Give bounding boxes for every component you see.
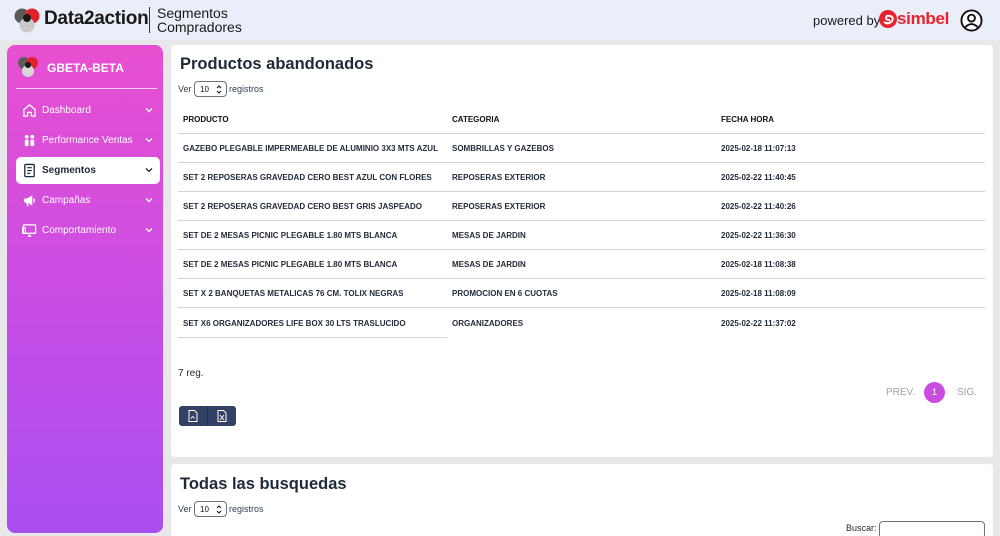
chevron-down-icon xyxy=(145,168,153,173)
page-size-value: 10 xyxy=(200,85,209,94)
export-pdf-button[interactable] xyxy=(179,406,208,426)
chevron-down-icon xyxy=(145,198,153,203)
account-logo xyxy=(18,57,38,77)
simbel-logo-text: simbel xyxy=(897,9,950,28)
data2action-logo xyxy=(14,8,40,33)
sidebar-item-label: Campañas xyxy=(42,195,91,206)
table-header-divider xyxy=(178,133,985,134)
excel-file-icon xyxy=(217,410,227,422)
column-header-categoria[interactable]: CATEGORIA xyxy=(452,115,499,124)
top-bar: Data2action Segmentos Compradores powere… xyxy=(0,0,1000,40)
cell-fecha-hora: 2025-02-22 11:37:02 xyxy=(721,319,796,328)
cell-fecha-hora: 2025-02-22 11:36:30 xyxy=(721,231,796,240)
cell-producto: GAZEBO PLEGABLE IMPERMEABLE DE ALUMINIO … xyxy=(183,144,438,153)
select-arrows-icon xyxy=(216,505,222,514)
sidebar-item-label: Comportamiento xyxy=(42,225,116,236)
abandoned-products-card: Productos abandonados Ver 10 registros P… xyxy=(171,45,993,457)
page-size-value: 10 xyxy=(200,505,209,514)
sidebar-divider xyxy=(16,88,157,89)
sidebar-item-comportamiento[interactable]: Comportamiento xyxy=(16,217,160,244)
pagination-prev-button[interactable]: PREV. xyxy=(886,387,915,398)
cell-producto: SET DE 2 MESAS PICNIC PLEGABLE 1.80 MTS … xyxy=(183,260,398,269)
export-excel-button[interactable] xyxy=(207,406,236,426)
monitor-icon xyxy=(22,224,37,237)
cell-categoria: PROMOCION EN 6 CUOTAS xyxy=(452,289,558,298)
sidebar-item-campanas[interactable]: Campañas xyxy=(16,187,160,214)
row-divider xyxy=(178,337,447,338)
chevron-down-icon xyxy=(145,228,153,233)
ver-label: Ver xyxy=(178,84,192,94)
cell-producto: SET DE 2 MESAS PICNIC PLEGABLE 1.80 MTS … xyxy=(183,231,398,240)
cell-categoria: ORGANIZADORES xyxy=(452,319,524,328)
page-size-select[interactable]: 10 xyxy=(194,81,227,97)
cell-producto: SET X6 ORGANIZADORES LIFE BOX 30 LTS TRA… xyxy=(183,319,406,328)
cell-fecha-hora: 2025-02-18 11:08:09 xyxy=(721,289,796,298)
pagination-page-button[interactable]: 1 xyxy=(924,382,945,403)
row-divider xyxy=(178,191,985,192)
pagination-next-button[interactable]: SIG. xyxy=(957,387,977,398)
chevron-down-icon xyxy=(145,108,153,113)
registros-label: registros xyxy=(229,504,264,514)
megaphone-icon xyxy=(23,195,35,207)
sidebar: GBETA-BETA Dashboard Performance Ventas … xyxy=(7,45,163,533)
ver-label: Ver xyxy=(178,504,192,514)
sidebar-item-dashboard[interactable]: Dashboard xyxy=(16,97,160,124)
sidebar-item-label: Segmentos xyxy=(42,165,96,176)
all-searches-card: Todas las busquedas Ver 10 registros Bus… xyxy=(171,464,993,536)
cell-fecha-hora: 2025-02-18 11:07:13 xyxy=(721,144,796,153)
row-divider xyxy=(178,307,985,308)
cell-producto: SET 2 REPOSERAS GRAVEDAD CERO BEST GRIS … xyxy=(183,202,423,211)
brand-name: Data2action xyxy=(44,8,149,29)
account-name: GBETA-BETA xyxy=(47,61,124,75)
home-icon xyxy=(23,104,36,117)
powered-by-label: powered by xyxy=(813,13,881,28)
page-size-select[interactable]: 10 xyxy=(194,501,227,517)
cell-categoria: SOMBRILLAS Y GAZEBOS xyxy=(452,144,554,153)
section-title: Productos abandonados xyxy=(180,55,374,73)
registros-label: registros xyxy=(229,84,264,94)
page-title: Segmentos Compradores xyxy=(157,5,242,35)
cell-categoria: REPOSERAS EXTERIOR xyxy=(452,202,546,211)
cell-producto: SET X 2 BANQUETAS METALICAS 76 CM. TOLIX… xyxy=(183,289,404,298)
row-divider xyxy=(178,220,985,221)
user-avatar-icon[interactable] xyxy=(960,9,983,32)
chevron-down-icon xyxy=(145,138,153,143)
cell-fecha-hora: 2025-02-22 11:40:26 xyxy=(721,202,796,211)
cell-fecha-hora: 2025-02-18 11:08:38 xyxy=(721,260,796,269)
sidebar-item-segmentos[interactable]: Segmentos xyxy=(16,157,160,184)
select-arrows-icon xyxy=(216,85,222,94)
row-divider xyxy=(178,278,985,279)
pdf-file-icon xyxy=(188,410,198,422)
people-icon xyxy=(24,134,35,147)
cell-categoria: MESAS DE JARDIN xyxy=(452,260,526,269)
sidebar-item-label: Performance Ventas xyxy=(42,135,133,146)
column-header-fecha-hora[interactable]: FECHA HORA xyxy=(721,115,774,124)
record-count: 7 reg. xyxy=(178,368,204,379)
search-input[interactable] xyxy=(879,521,985,536)
header-divider xyxy=(149,7,150,33)
cell-categoria: REPOSERAS EXTERIOR xyxy=(452,173,546,182)
search-label: Buscar: xyxy=(846,523,877,533)
sidebar-item-label: Dashboard xyxy=(42,105,91,116)
section-title: Todas las busquedas xyxy=(180,475,347,493)
cell-categoria: MESAS DE JARDIN xyxy=(452,231,526,240)
account-header: GBETA-BETA xyxy=(17,56,157,80)
cell-fecha-hora: 2025-02-22 11:40:45 xyxy=(721,173,796,182)
column-header-producto[interactable]: PRODUCTO xyxy=(183,115,229,124)
row-divider xyxy=(178,162,985,163)
document-icon xyxy=(24,163,35,178)
cell-producto: SET 2 REPOSERAS GRAVEDAD CERO BEST AZUL … xyxy=(183,173,432,182)
sidebar-item-performance-ventas[interactable]: Performance Ventas xyxy=(16,127,160,154)
row-divider xyxy=(178,249,985,250)
simbel-icon xyxy=(879,10,897,28)
